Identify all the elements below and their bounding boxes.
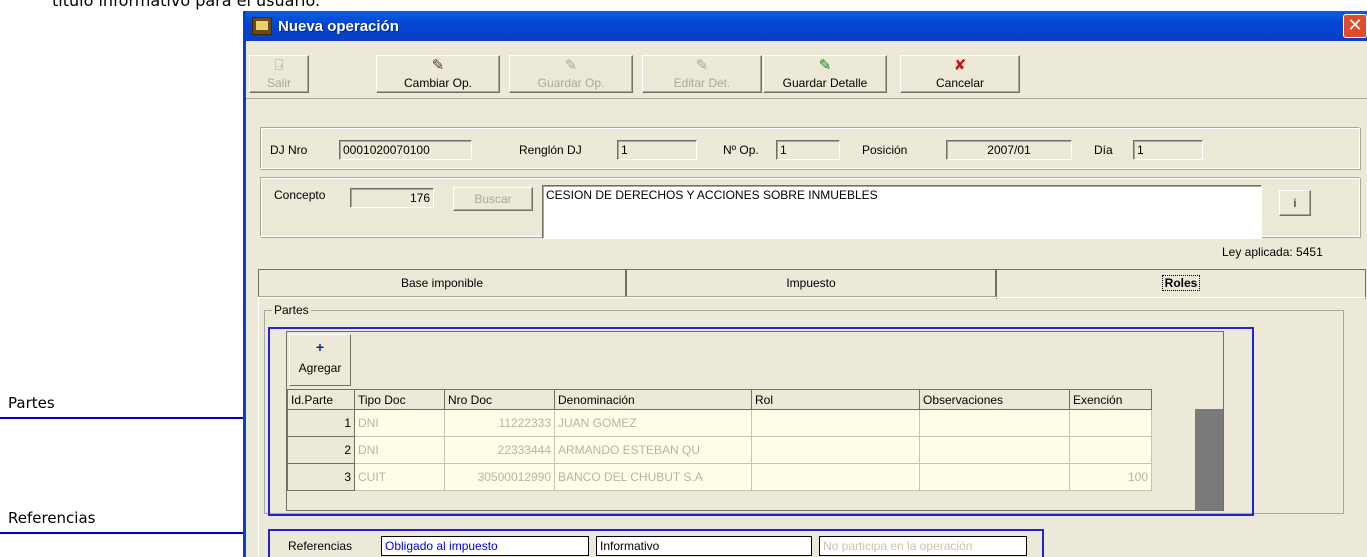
cambiar-op-button[interactable]: ✎ Cambiar Op. bbox=[376, 55, 500, 93]
red-x-icon: ✘ bbox=[953, 57, 967, 74]
exit-door-icon: ⍈ bbox=[274, 57, 284, 74]
referencia-obligado: Obligado al impuesto bbox=[381, 536, 589, 556]
nueva-operacion-window: Nueva operación ✕ ⍈ Salir ✎ Cambiar Op. … bbox=[243, 11, 1367, 557]
tab-roles-label: Roles bbox=[1161, 275, 1201, 291]
dj-nro-label: DJ Nro bbox=[270, 143, 308, 157]
nro-op-field[interactable]: 1 bbox=[776, 140, 840, 160]
tab-base-imponible-label: Base imponible bbox=[400, 276, 484, 290]
app-icon bbox=[252, 17, 272, 35]
tab-impuesto[interactable]: Impuesto bbox=[626, 269, 996, 297]
salir-button-label: Salir bbox=[266, 76, 291, 90]
tab-impuesto-label: Impuesto bbox=[786, 276, 836, 290]
renglon-dj-field[interactable]: 1 bbox=[617, 140, 697, 160]
concepto-code-field[interactable]: 176 bbox=[350, 188, 434, 208]
concepto-label: Concepto bbox=[274, 188, 326, 202]
posicion-label: Posición bbox=[862, 143, 908, 157]
referencia-informativo: Informativo bbox=[596, 536, 812, 556]
concepto-description-field[interactable]: CESION DE DERECHOS Y ACCIONES SOBRE INMU… bbox=[542, 185, 1262, 239]
posicion-field[interactable]: 2007/01 bbox=[946, 140, 1072, 160]
nro-op-label: Nº Op. bbox=[723, 143, 759, 157]
dia-label: Día bbox=[1094, 143, 1113, 157]
callout-label-partes: Partes bbox=[8, 394, 55, 412]
editar-det-button[interactable]: ✎ Editar Det. bbox=[642, 55, 762, 93]
partes-legend: Partes bbox=[272, 303, 311, 317]
tab-roles[interactable]: Roles bbox=[996, 269, 1366, 299]
guardar-detalle-button-label: Guardar Detalle bbox=[782, 76, 868, 90]
brush-icon: ✎ bbox=[695, 57, 709, 74]
callout-label-referencias: Referencias bbox=[8, 509, 96, 527]
editar-det-button-label: Editar Det. bbox=[673, 76, 731, 90]
referencia-no-participa: No participa en la operación bbox=[819, 536, 1027, 556]
ley-aplicada-label: Ley aplicada: 5451 bbox=[1222, 245, 1323, 259]
brush-icon: ✎ bbox=[564, 57, 578, 74]
renglon-dj-label: Renglón DJ bbox=[519, 143, 582, 157]
info-button[interactable]: i bbox=[1279, 190, 1311, 216]
dj-nro-field[interactable]: 0001020070100 bbox=[339, 140, 472, 160]
referencias-label: Referencias bbox=[288, 539, 353, 553]
cancelar-button[interactable]: ✘ Cancelar bbox=[900, 55, 1020, 93]
cambiar-op-button-label: Cambiar Op. bbox=[403, 76, 473, 90]
cancelar-button-label: Cancelar bbox=[935, 76, 985, 90]
guardar-detalle-button[interactable]: ✎ Guardar Detalle bbox=[763, 55, 887, 93]
green-brush-icon: ✎ bbox=[818, 57, 832, 74]
toolbar: ⍈ Salir ✎ Cambiar Op. ✎ Guardar Op. ✎ Ed… bbox=[246, 41, 1367, 99]
dia-field[interactable]: 1 bbox=[1133, 140, 1203, 160]
partes-highlight-box bbox=[268, 327, 1254, 516]
document-text: titulo informativo para el usuario. bbox=[52, 0, 321, 10]
guardar-op-button-label: Guardar Op. bbox=[537, 76, 605, 90]
close-button[interactable]: ✕ bbox=[1343, 14, 1367, 38]
callout-line-partes bbox=[0, 417, 262, 419]
brush-icon: ✎ bbox=[431, 57, 445, 74]
window-title: Nueva operación bbox=[278, 17, 399, 35]
callout-line-referencias bbox=[0, 532, 262, 534]
salir-button[interactable]: ⍈ Salir bbox=[249, 55, 309, 93]
tab-base-imponible[interactable]: Base imponible bbox=[258, 269, 626, 297]
window-titlebar[interactable]: Nueva operación ✕ bbox=[246, 11, 1367, 41]
buscar-button[interactable]: Buscar bbox=[453, 187, 533, 211]
guardar-op-button[interactable]: ✎ Guardar Op. bbox=[509, 55, 633, 93]
